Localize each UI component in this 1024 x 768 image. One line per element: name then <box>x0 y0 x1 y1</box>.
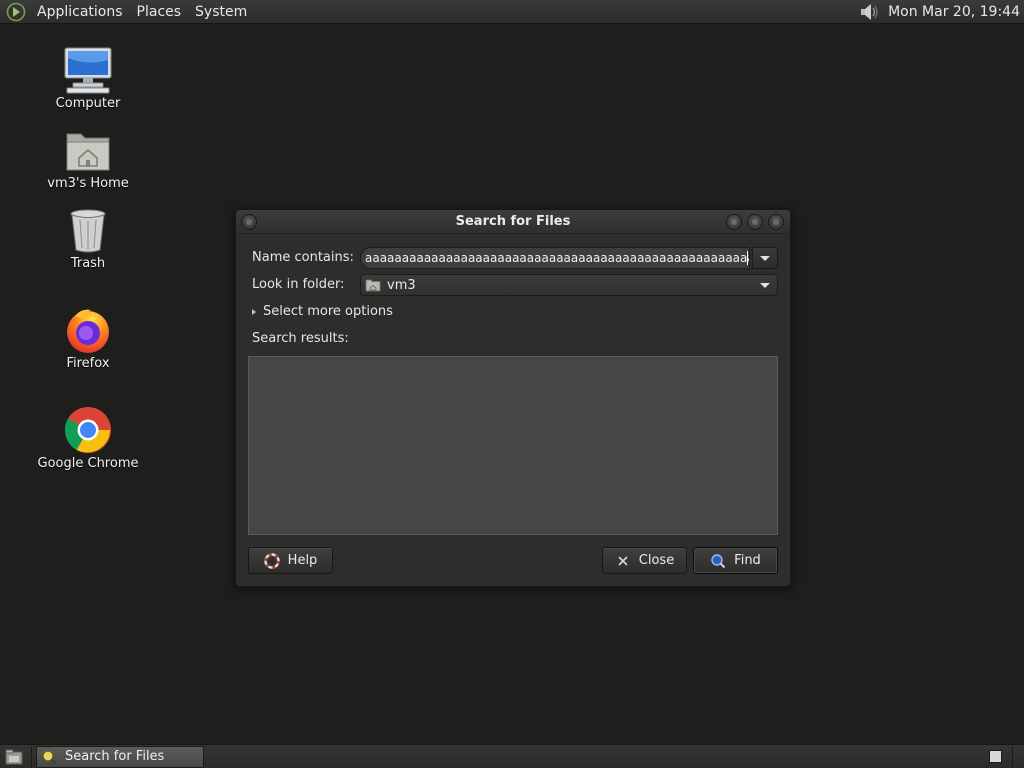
name-history-dropdown[interactable] <box>752 247 778 269</box>
desktop-icon-trash[interactable]: Trash <box>33 206 143 271</box>
close-button-label: Close <box>638 553 675 568</box>
find-button-label: Find <box>734 553 761 568</box>
help-button-label: Help <box>287 553 318 568</box>
desktop-icon-label: vm3's Home <box>47 176 129 191</box>
find-button[interactable]: Find <box>693 547 778 574</box>
desktop-icon-label: Firefox <box>66 356 110 371</box>
close-icon[interactable] <box>768 214 784 230</box>
home-folder-icon <box>63 126 113 174</box>
desktop-icon-computer[interactable]: Computer <box>33 46 143 111</box>
chrome-icon <box>63 406 113 454</box>
panel-handle <box>1012 747 1020 767</box>
folder-name: vm3 <box>387 277 416 293</box>
name-contains-input[interactable]: aaaaaaaaaaaaaaaaaaaaaaaaaaaaaaaaaaaaaaaa… <box>360 247 750 269</box>
magnifier-icon <box>42 749 57 764</box>
panel-separator <box>31 746 32 767</box>
bottom-panel: Search for Files <box>0 744 1024 768</box>
show-desktop-icon[interactable] <box>3 747 25 767</box>
help-icon <box>263 552 280 569</box>
taskbar-search-for-files[interactable]: Search for Files <box>36 745 204 768</box>
clock[interactable]: Mon Mar 20, 19:44 <box>888 4 1024 20</box>
select-more-options-label: Select more options <box>263 304 393 319</box>
magnifier-icon <box>710 553 726 569</box>
top-panel: Applications Places System Mon Mar 20, 1… <box>0 0 1024 24</box>
name-contains-label: Name contains: <box>252 250 354 265</box>
expander-arrow-icon <box>252 308 256 315</box>
desktop-icon-firefox[interactable]: Firefox <box>33 306 143 371</box>
select-more-options-expander[interactable]: Select more options <box>252 304 393 319</box>
menu-places[interactable]: Places <box>130 0 189 24</box>
chevron-down-icon <box>760 283 770 288</box>
speaker-icon[interactable] <box>856 1 882 23</box>
search-dialog: Search for Files Name contains: aaaaaaaa… <box>235 209 791 587</box>
workspace-switcher[interactable] <box>989 750 1002 763</box>
window-menu-icon[interactable] <box>241 214 257 230</box>
home-folder-icon <box>365 279 381 292</box>
dialog-titlebar[interactable]: Search for Files <box>236 210 790 234</box>
look-in-folder-label: Look in folder: <box>252 277 345 292</box>
name-combo: aaaaaaaaaaaaaaaaaaaaaaaaaaaaaaaaaaaaaaaa… <box>360 247 778 269</box>
dialog-title: Search for Files <box>455 214 571 229</box>
text-caret <box>747 251 748 265</box>
search-results-list[interactable] <box>248 356 778 535</box>
gnome-foot-icon[interactable] <box>5 1 27 23</box>
taskbar-label: Search for Files <box>65 749 165 764</box>
minimize-icon[interactable] <box>726 214 742 230</box>
chevron-down-icon <box>760 255 770 261</box>
menu-system[interactable]: System <box>188 0 254 24</box>
desktop-icon-label: Computer <box>55 96 121 111</box>
desktop-icon-label: Google Chrome <box>37 456 139 471</box>
menu-applications[interactable]: Applications <box>30 0 130 24</box>
computer-icon <box>63 46 113 94</box>
desktop-icon-label: Trash <box>70 256 106 271</box>
close-button[interactable]: Close <box>602 547 687 574</box>
desktop-icon-chrome[interactable]: Google Chrome <box>33 406 143 471</box>
close-x-icon <box>615 553 631 569</box>
search-results-label: Search results: <box>252 331 349 346</box>
desktop-icon-home[interactable]: vm3's Home <box>33 126 143 191</box>
help-button[interactable]: Help <box>248 547 333 574</box>
maximize-icon[interactable] <box>747 214 763 230</box>
firefox-icon <box>63 306 113 354</box>
trash-icon <box>63 206 113 254</box>
look-in-folder-combo[interactable]: vm3 <box>360 274 778 296</box>
